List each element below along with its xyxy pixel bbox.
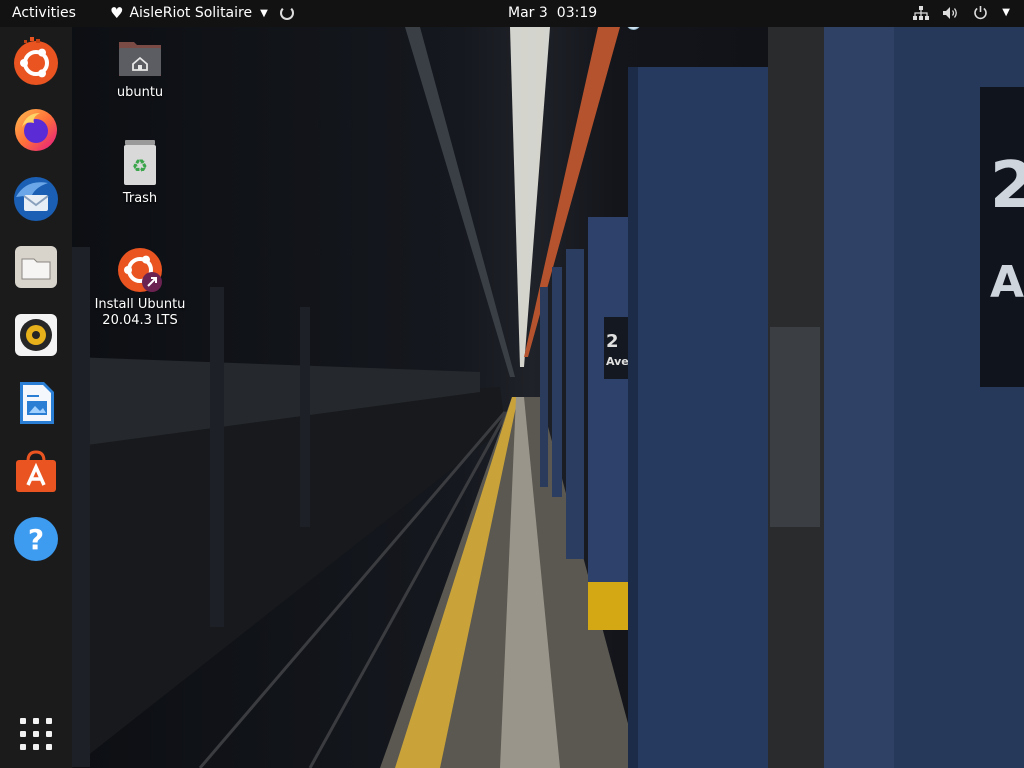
files-icon — [15, 246, 57, 288]
power-icon — [974, 6, 988, 20]
svg-text:2: 2 — [990, 149, 1024, 223]
ubuntu-installer-icon — [116, 246, 164, 294]
volume-icon — [943, 6, 958, 19]
svg-text:A: A — [990, 257, 1024, 308]
desktop-icon-install-ubuntu[interactable]: Install Ubuntu 20.04.3 LTS — [90, 246, 190, 329]
desktop-wallpaper: 2 Ave 2 A — [0, 27, 1024, 768]
home-folder-icon — [116, 34, 164, 82]
subway-wallpaper-image: 2 Ave 2 A — [72, 27, 1024, 768]
dock-item-rhythmbox[interactable] — [12, 311, 60, 359]
dock-item-thunderbird[interactable] — [12, 175, 60, 223]
svg-text:?: ? — [28, 523, 44, 556]
desktop-icon-trash[interactable]: ♻ Trash — [90, 140, 190, 207]
show-applications-button[interactable] — [20, 718, 52, 750]
install-label-line2: 20.04.3 LTS — [102, 313, 178, 328]
apps-grid-icon — [20, 718, 26, 724]
desktop-icon-label: Trash — [122, 191, 158, 206]
desktop-icon-home[interactable]: ubuntu — [90, 34, 190, 101]
desktop-icon-label: ubuntu — [116, 85, 164, 100]
dock-item-help[interactable]: ? — [12, 515, 60, 563]
top-bar: Activities ♥ AisleRiot Solitaire ▼ Mar 3… — [0, 0, 1024, 27]
dock-item-install-ubuntu[interactable] — [12, 37, 60, 85]
dock-item-firefox[interactable] — [12, 105, 60, 153]
dock-item-ubuntu-software[interactable] — [12, 447, 60, 495]
clock-time: 03:19 — [556, 5, 598, 21]
chevron-down-icon: ▼ — [1002, 7, 1010, 18]
svg-text:2: 2 — [606, 331, 619, 352]
heart-icon: ♥ — [110, 3, 124, 22]
firefox-icon — [15, 109, 57, 151]
dock-item-files[interactable] — [12, 243, 60, 291]
svg-text:Ave: Ave — [606, 355, 629, 368]
rhythmbox-icon — [15, 314, 57, 356]
software-icon — [16, 450, 56, 492]
app-menu[interactable]: ♥ AisleRiot Solitaire ▼ — [110, 5, 294, 21]
network-wired-icon — [913, 5, 930, 20]
app-menu-label: AisleRiot Solitaire — [129, 5, 253, 21]
help-icon: ? — [14, 517, 58, 561]
system-menu[interactable]: ▼ — [913, 5, 1010, 20]
chevron-down-icon: ▼ — [260, 7, 268, 19]
trash-icon: ♻ — [116, 140, 164, 188]
clock-date: Mar 3 — [508, 5, 548, 21]
activities-button[interactable]: Activities — [12, 5, 76, 21]
loading-spinner-icon — [279, 6, 294, 20]
desktop-icon-label: Install Ubuntu 20.04.3 LTS — [90, 297, 190, 329]
dock-item-writer[interactable] — [12, 379, 60, 427]
ubuntu-installer-icon — [14, 37, 58, 85]
install-label-line1: Install Ubuntu — [94, 297, 186, 312]
thunderbird-icon — [14, 177, 58, 221]
svg-text:♻: ♻ — [132, 156, 148, 177]
dock: ? — [0, 27, 72, 768]
writer-icon — [20, 382, 54, 424]
clock[interactable]: Mar 3 03:19 — [508, 5, 597, 21]
